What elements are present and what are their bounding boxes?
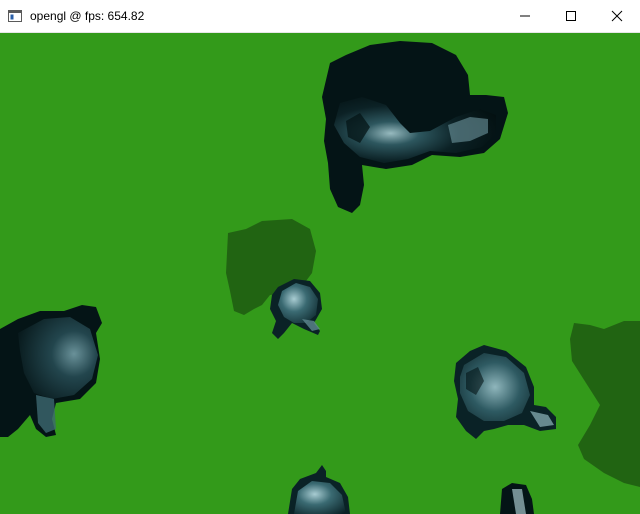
minimize-icon bbox=[520, 15, 530, 17]
close-button[interactable] bbox=[594, 0, 640, 32]
maximize-icon bbox=[566, 11, 576, 21]
minimize-button[interactable] bbox=[502, 0, 548, 32]
close-icon bbox=[611, 10, 623, 22]
opengl-viewport[interactable] bbox=[0, 33, 640, 514]
console-window-icon bbox=[8, 10, 22, 22]
window-title: opengl @ fps: 654.82 bbox=[30, 9, 145, 23]
app-window: opengl @ fps: 654.82 bbox=[0, 0, 640, 514]
scene-background bbox=[0, 33, 640, 514]
title-bar[interactable]: opengl @ fps: 654.82 bbox=[0, 0, 640, 33]
maximize-button[interactable] bbox=[548, 0, 594, 32]
